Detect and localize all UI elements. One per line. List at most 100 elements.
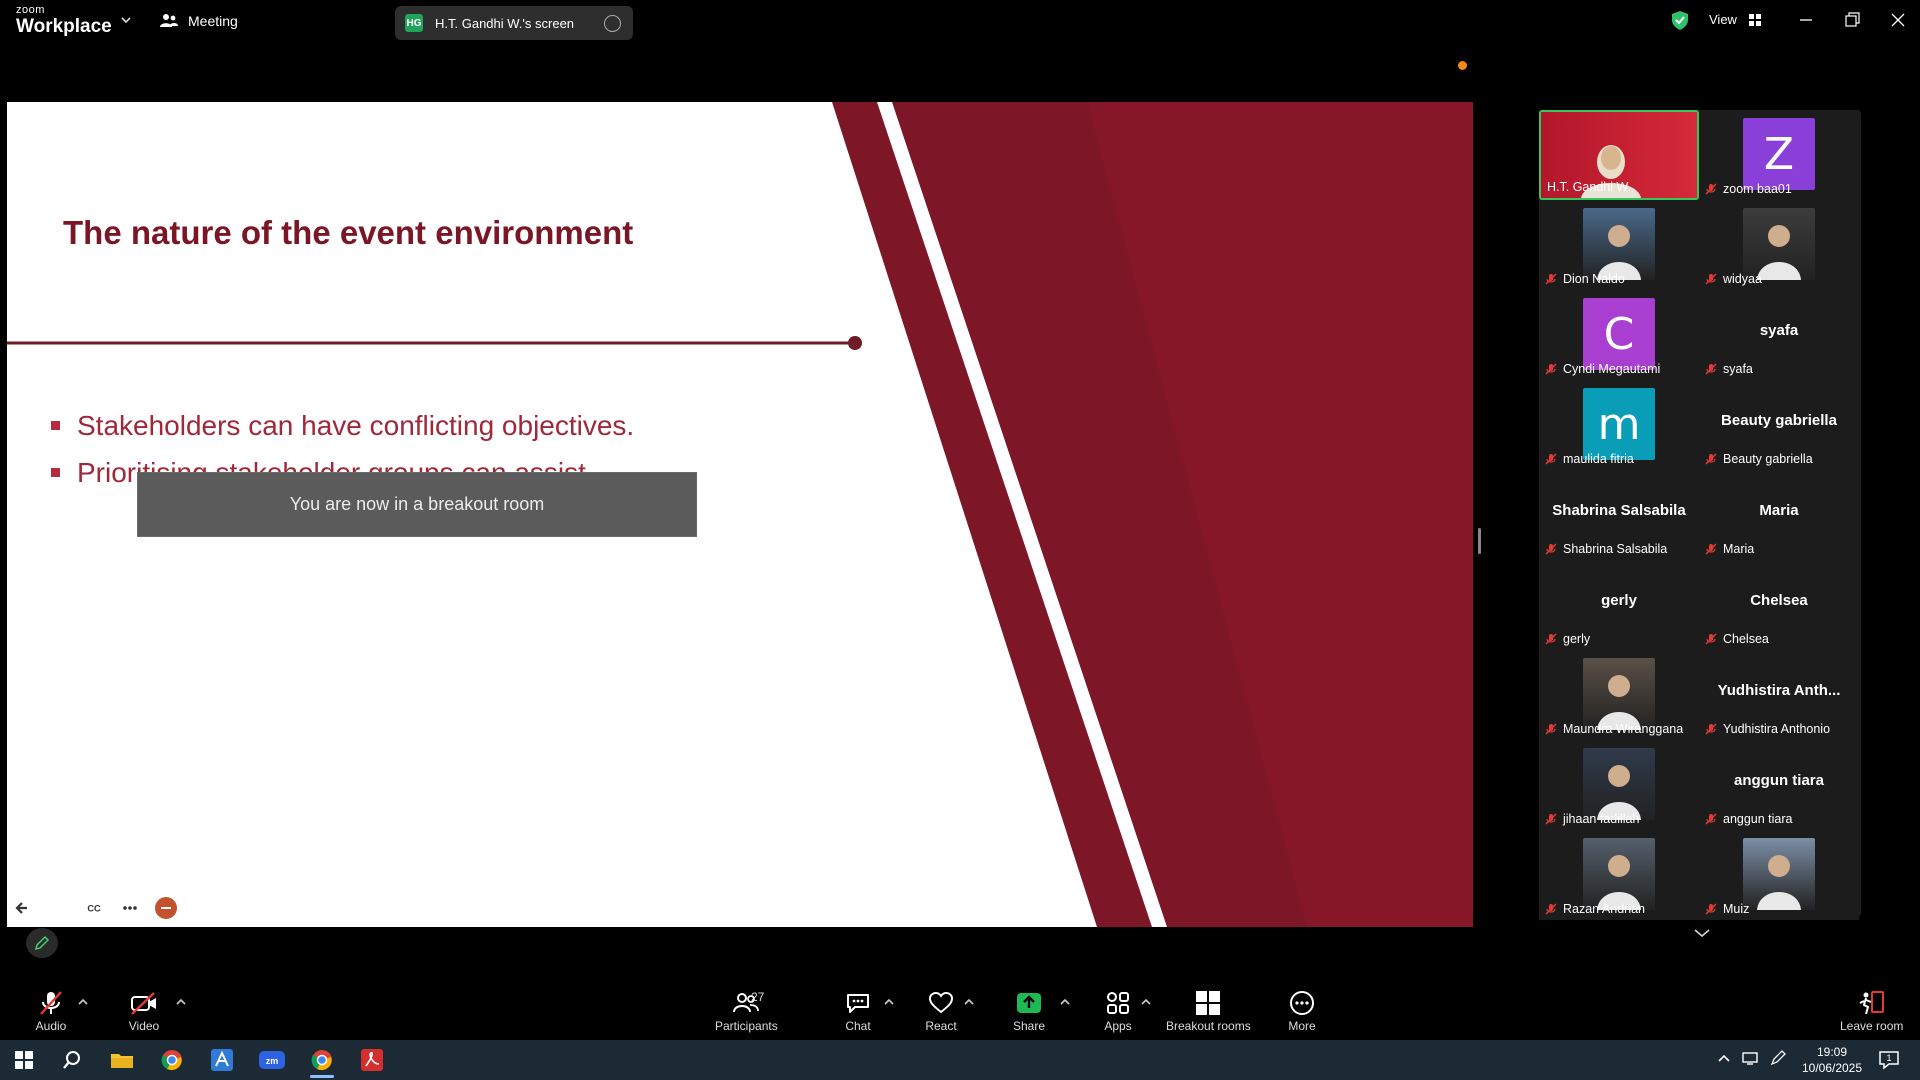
more-options-icon[interactable] (604, 15, 621, 32)
sharer-initials-badge: HG (405, 14, 423, 32)
view-button[interactable]: View (1709, 12, 1761, 27)
bullet-square (51, 468, 60, 477)
participant-tile[interactable]: Maundra Wiranggana (1539, 650, 1699, 740)
mic-muted-icon (35, 990, 67, 1016)
audio-button[interactable]: Audio (35, 990, 67, 1033)
participant-tile[interactable]: widyaa (1699, 200, 1859, 290)
mic-muted-icon (1705, 543, 1717, 555)
pencil-icon[interactable] (46, 896, 70, 920)
mic-muted-icon (1545, 723, 1557, 735)
participant-name-label: Cyndi Megautami (1545, 362, 1660, 376)
video-button[interactable]: Video (128, 990, 160, 1033)
back-arrow-icon[interactable] (10, 896, 34, 920)
leave-room-button[interactable]: Leave room (1840, 990, 1903, 1033)
chevron-up-icon[interactable] (1718, 1053, 1730, 1063)
participant-tile[interactable]: C Cyndi Megautami (1539, 290, 1699, 380)
participant-display-name: Maria (1759, 502, 1799, 519)
participant-name-label: Maria (1705, 542, 1754, 556)
participant-tile[interactable]: Dion Naldo (1539, 200, 1699, 290)
participants-button[interactable]: 27 Participants (715, 990, 778, 1033)
clock-time: 19:09 (1816, 1045, 1848, 1059)
closed-caption-icon[interactable]: CC (82, 896, 106, 920)
windows-taskbar: zm 19:09 10/06/2025 1 (0, 1040, 1920, 1080)
participant-tile[interactable]: Muiz (1699, 830, 1859, 920)
meeting-toolbar: Audio Video 27 Participants Chat React S… (0, 975, 1920, 1040)
react-button[interactable]: React (925, 990, 957, 1033)
zoom-workplace-logo: zoom Workplace (16, 5, 112, 37)
participant-tile[interactable]: gerly gerly (1539, 560, 1699, 650)
zoom-app-icon[interactable]: zm (252, 1044, 292, 1076)
participant-tile[interactable]: syafa syafa (1699, 290, 1859, 380)
participant-name: gerly (1563, 632, 1591, 646)
mic-muted-icon (1705, 273, 1717, 285)
mic-muted-icon (1705, 723, 1717, 735)
participant-tile[interactable]: Shabrina Salsabila Shabrina Salsabila (1539, 470, 1699, 560)
apps-button[interactable]: Apps (1102, 990, 1134, 1033)
more-button[interactable]: More (1286, 990, 1318, 1033)
chevron-down-icon[interactable] (121, 15, 131, 25)
panel-resize-handle[interactable] (1478, 528, 1481, 554)
participant-name-label: zoom baa01 (1705, 182, 1792, 196)
annotate-pen-icon[interactable] (26, 928, 58, 958)
close-icon[interactable] (1886, 10, 1910, 30)
apps-icon (1102, 990, 1134, 1016)
windows-start-icon[interactable] (4, 1044, 44, 1076)
people-icon (160, 14, 178, 27)
slide-bullet: Stakeholders can have conflicting object… (51, 402, 634, 449)
acrobat-icon[interactable] (352, 1044, 392, 1076)
breakout-rooms-icon (1192, 990, 1224, 1016)
breakout-rooms-button[interactable]: Breakout rooms (1166, 990, 1251, 1033)
restore-icon[interactable] (1840, 10, 1864, 30)
participant-tile[interactable]: Yudhistira Anth... Yudhistira Anthonio (1699, 650, 1859, 740)
annotation-toolbar: CC (10, 896, 178, 920)
slide-title: The nature of the event environment (63, 214, 634, 251)
chevron-up-icon[interactable] (884, 998, 894, 1006)
chat-button[interactable]: Chat (842, 990, 874, 1033)
minimize-icon[interactable] (1794, 10, 1818, 30)
chevron-down-icon[interactable] (1693, 927, 1711, 939)
stop-share-icon[interactable] (154, 896, 178, 920)
chevron-up-icon[interactable] (964, 998, 974, 1006)
participant-name: Cyndi Megautami (1563, 362, 1661, 376)
more-dots-icon[interactable] (118, 896, 142, 920)
share-label: Share (1013, 1019, 1046, 1033)
participant-photo (1743, 838, 1815, 910)
chevron-up-icon[interactable] (176, 998, 186, 1006)
participant-name: Yudhistira Anthonio (1723, 722, 1831, 736)
participant-name-label: gerly (1545, 632, 1590, 646)
chrome-active-icon[interactable] (302, 1044, 342, 1078)
chevron-up-icon[interactable] (1141, 998, 1151, 1006)
network-icon[interactable] (1742, 1051, 1758, 1065)
react-label: React (925, 1019, 957, 1033)
chrome-icon[interactable] (152, 1044, 192, 1076)
participant-tile[interactable]: Zzoom baa01 (1699, 110, 1859, 200)
recording-indicator (1458, 61, 1467, 70)
share-button[interactable]: Share (1013, 990, 1045, 1033)
participant-tile[interactable]: Beauty gabriella Beauty gabriella (1699, 380, 1859, 470)
participant-name: Chelsea (1723, 632, 1769, 646)
participant-tile[interactable]: Razan Andrian (1539, 830, 1699, 920)
leave-room-icon (1856, 990, 1888, 1016)
participant-tile[interactable]: anggun tiara anggun tiara (1699, 740, 1859, 830)
chevron-up-icon[interactable] (78, 998, 88, 1006)
search-icon[interactable] (52, 1044, 92, 1076)
pen-input-icon[interactable] (1770, 1050, 1786, 1066)
participant-tile[interactable]: m maulida fitria (1539, 380, 1699, 470)
mic-muted-icon (1705, 453, 1717, 465)
shared-screen-tab[interactable]: HG H.T. Gandhi W.'s screen (395, 6, 633, 40)
participant-tile[interactable]: Maria Maria (1699, 470, 1859, 560)
participant-tile[interactable]: jihaan fadillah (1539, 740, 1699, 830)
notifications-icon[interactable]: 1 (1878, 1049, 1900, 1071)
meeting-tab[interactable]: Meeting (160, 13, 238, 29)
azure-icon[interactable] (202, 1044, 242, 1076)
breakout-rooms-label: Breakout rooms (1166, 1019, 1251, 1033)
participant-tile[interactable]: H.T. Gandhi W. (1539, 110, 1699, 200)
encryption-shield-icon[interactable] (1672, 11, 1688, 30)
participant-name: Muiz (1723, 902, 1750, 916)
taskbar-clock[interactable]: 19:09 10/06/2025 (1800, 1044, 1864, 1076)
mic-muted-icon (1705, 903, 1717, 915)
chevron-up-icon[interactable] (1060, 998, 1070, 1006)
participant-name-label: jihaan fadillah (1545, 812, 1639, 826)
participant-tile[interactable]: Chelsea Chelsea (1699, 560, 1859, 650)
file-explorer-icon[interactable] (102, 1044, 142, 1076)
